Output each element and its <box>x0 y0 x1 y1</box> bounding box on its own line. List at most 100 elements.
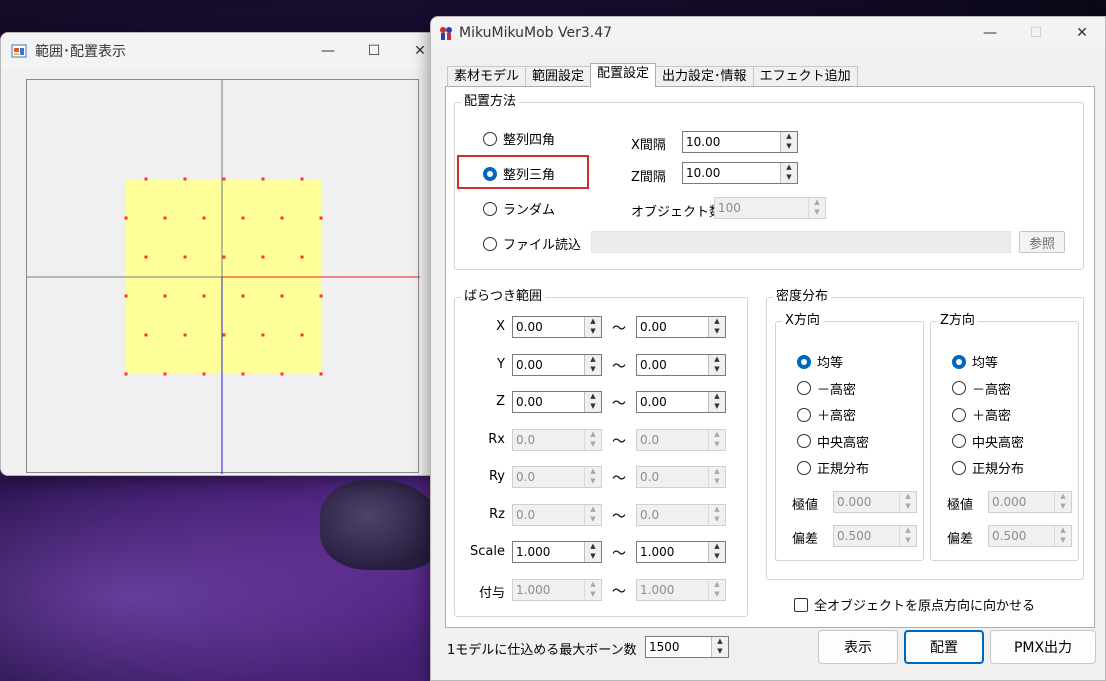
scatter-min-input[interactable] <box>513 429 584 450</box>
radio-grid-square[interactable]: 整列四角 <box>483 129 555 148</box>
maximize-button[interactable]: ☐ <box>351 33 397 69</box>
spinner-arrows[interactable]: ▲ ▼ <box>708 354 725 375</box>
scatter-min-input[interactable] <box>513 317 584 337</box>
scatter-max-input[interactable] <box>637 467 708 487</box>
x-interval-input[interactable] <box>683 132 780 152</box>
spinner-arrows[interactable]: ▲ ▼ <box>584 504 601 525</box>
density-option[interactable]: 均等 <box>797 352 843 371</box>
spinner-arrows[interactable]: ▲ ▼ <box>584 429 601 450</box>
spinner-arrows[interactable]: ▲ ▼ <box>711 637 728 657</box>
spinner-arrows[interactable]: ▲ ▼ <box>584 392 601 412</box>
radio-file-load[interactable]: ファイル読込 <box>483 234 581 253</box>
scatter-min-input[interactable] <box>513 579 584 600</box>
scatter-min-spinner[interactable]: ▲▼ <box>512 353 602 376</box>
tab-add-effect[interactable]: エフェクト追加 <box>752 66 858 86</box>
z-interval-spinner[interactable]: ▲▼ <box>682 162 798 184</box>
scatter-max-input[interactable] <box>637 429 708 450</box>
density-option[interactable]: 中央高密 <box>952 432 1024 451</box>
maximize-button[interactable]: ☐ <box>1013 17 1059 49</box>
display-button[interactable]: 表示 <box>818 630 898 664</box>
spinner-arrows[interactable]: ▲ ▼ <box>808 198 825 218</box>
tab-material-model[interactable]: 素材モデル <box>447 66 527 86</box>
scatter-max-input[interactable] <box>637 579 708 600</box>
density-option[interactable]: 均等 <box>952 352 998 371</box>
spinner-arrows[interactable]: ▲ ▼ <box>584 467 601 487</box>
scatter-min-spinner[interactable]: ▲▼ <box>512 578 602 601</box>
spinner-arrows[interactable]: ▲ ▼ <box>899 492 916 512</box>
spinner-arrows[interactable]: ▲ ▼ <box>708 504 725 525</box>
spinner-arrows[interactable]: ▲ ▼ <box>708 579 725 600</box>
place-button[interactable]: 配置 <box>904 630 984 664</box>
density-option[interactable]: 正規分布 <box>797 458 869 477</box>
density-option[interactable]: 中央高密 <box>797 432 869 451</box>
max-bones-spinner[interactable]: ▲▼ <box>645 636 729 658</box>
spinner-arrows[interactable]: ▲ ▼ <box>1054 492 1071 512</box>
x-interval-spinner[interactable]: ▲▼ <box>682 131 798 153</box>
scatter-max-input[interactable] <box>637 354 708 375</box>
spinner-arrows[interactable]: ▲ ▼ <box>899 526 916 546</box>
x-deviation-input[interactable] <box>834 526 899 546</box>
spinner-arrows[interactable]: ▲ ▼ <box>1054 526 1071 546</box>
spinner-arrows[interactable]: ▲ ▼ <box>780 132 797 152</box>
x-extreme-spinner[interactable]: ▲▼ <box>833 491 917 513</box>
scatter-min-input[interactable] <box>513 467 584 487</box>
scatter-min-input[interactable] <box>513 392 584 412</box>
scatter-min-input[interactable] <box>513 354 584 375</box>
x-deviation-spinner[interactable]: ▲▼ <box>833 525 917 547</box>
tab-placement-settings[interactable]: 配置設定 <box>590 63 657 87</box>
tab-range-settings[interactable]: 範囲設定 <box>525 66 592 86</box>
z-deviation-spinner[interactable]: ▲▼ <box>988 525 1072 547</box>
face-origin-checkbox[interactable]: 全オブジェクトを原点方向に向かせる <box>794 595 1035 614</box>
scatter-max-spinner[interactable]: ▲▼ <box>636 316 726 338</box>
object-count-spinner[interactable]: ▲▼ <box>714 197 826 219</box>
tab-output-info[interactable]: 出力設定･情報 <box>655 66 754 86</box>
scatter-min-spinner[interactable]: ▲▼ <box>512 466 602 488</box>
minimize-button[interactable]: — <box>305 33 351 69</box>
scatter-min-input[interactable] <box>513 504 584 525</box>
scatter-max-spinner[interactable]: ▲▼ <box>636 391 726 413</box>
max-bones-input[interactable] <box>646 637 711 657</box>
placement-preview-canvas[interactable] <box>1 70 443 475</box>
scatter-min-spinner[interactable]: ▲▼ <box>512 316 602 338</box>
density-option[interactable]: ＋高密 <box>797 405 856 424</box>
z-deviation-input[interactable] <box>989 526 1054 546</box>
z-extreme-spinner[interactable]: ▲▼ <box>988 491 1072 513</box>
spinner-arrows[interactable]: ▲ ▼ <box>708 429 725 450</box>
x-extreme-input[interactable] <box>834 492 899 512</box>
radio-random[interactable]: ランダム <box>483 199 555 218</box>
scatter-max-spinner[interactable]: ▲▼ <box>636 541 726 563</box>
spinner-arrows[interactable]: ▲ ▼ <box>584 579 601 600</box>
spinner-arrows[interactable]: ▲ ▼ <box>584 354 601 375</box>
minimize-button[interactable]: — <box>967 17 1013 49</box>
scatter-max-input[interactable] <box>637 392 708 412</box>
z-interval-input[interactable] <box>683 163 780 183</box>
spinner-arrows[interactable]: ▲ ▼ <box>708 317 725 337</box>
spinner-arrows[interactable]: ▲ ▼ <box>780 163 797 183</box>
spinner-arrows[interactable]: ▲ ▼ <box>708 467 725 487</box>
scatter-max-spinner[interactable]: ▲▼ <box>636 466 726 488</box>
scatter-max-input[interactable] <box>637 317 708 337</box>
spinner-arrows[interactable]: ▲ ▼ <box>708 392 725 412</box>
z-extreme-input[interactable] <box>989 492 1054 512</box>
spinner-arrows[interactable]: ▲ ▼ <box>708 542 725 562</box>
spinner-arrows[interactable]: ▲ ▼ <box>584 542 601 562</box>
scatter-max-spinner[interactable]: ▲▼ <box>636 578 726 601</box>
scatter-max-input[interactable] <box>637 504 708 525</box>
range-preview-titlebar[interactable]: 範囲･配置表示 — ☐ ✕ <box>1 33 443 69</box>
object-count-input[interactable] <box>715 198 808 218</box>
scatter-min-spinner[interactable]: ▲▼ <box>512 391 602 413</box>
spinner-arrows[interactable]: ▲ ▼ <box>584 317 601 337</box>
scatter-max-spinner[interactable]: ▲▼ <box>636 353 726 376</box>
scatter-min-input[interactable] <box>513 542 584 562</box>
main-titlebar[interactable]: MikuMikuMob Ver3.47 — ☐ ✕ <box>431 17 1105 49</box>
close-button[interactable]: ✕ <box>1059 17 1105 49</box>
scatter-max-spinner[interactable]: ▲▼ <box>636 428 726 451</box>
density-option[interactable]: －高密 <box>797 379 856 398</box>
scatter-min-spinner[interactable]: ▲▼ <box>512 428 602 451</box>
scatter-min-spinner[interactable]: ▲▼ <box>512 541 602 563</box>
scatter-min-spinner[interactable]: ▲▼ <box>512 503 602 526</box>
density-option[interactable]: ＋高密 <box>952 405 1011 424</box>
scatter-max-input[interactable] <box>637 542 708 562</box>
density-option[interactable]: 正規分布 <box>952 458 1024 477</box>
pmx-output-button[interactable]: PMX出力 <box>990 630 1096 664</box>
